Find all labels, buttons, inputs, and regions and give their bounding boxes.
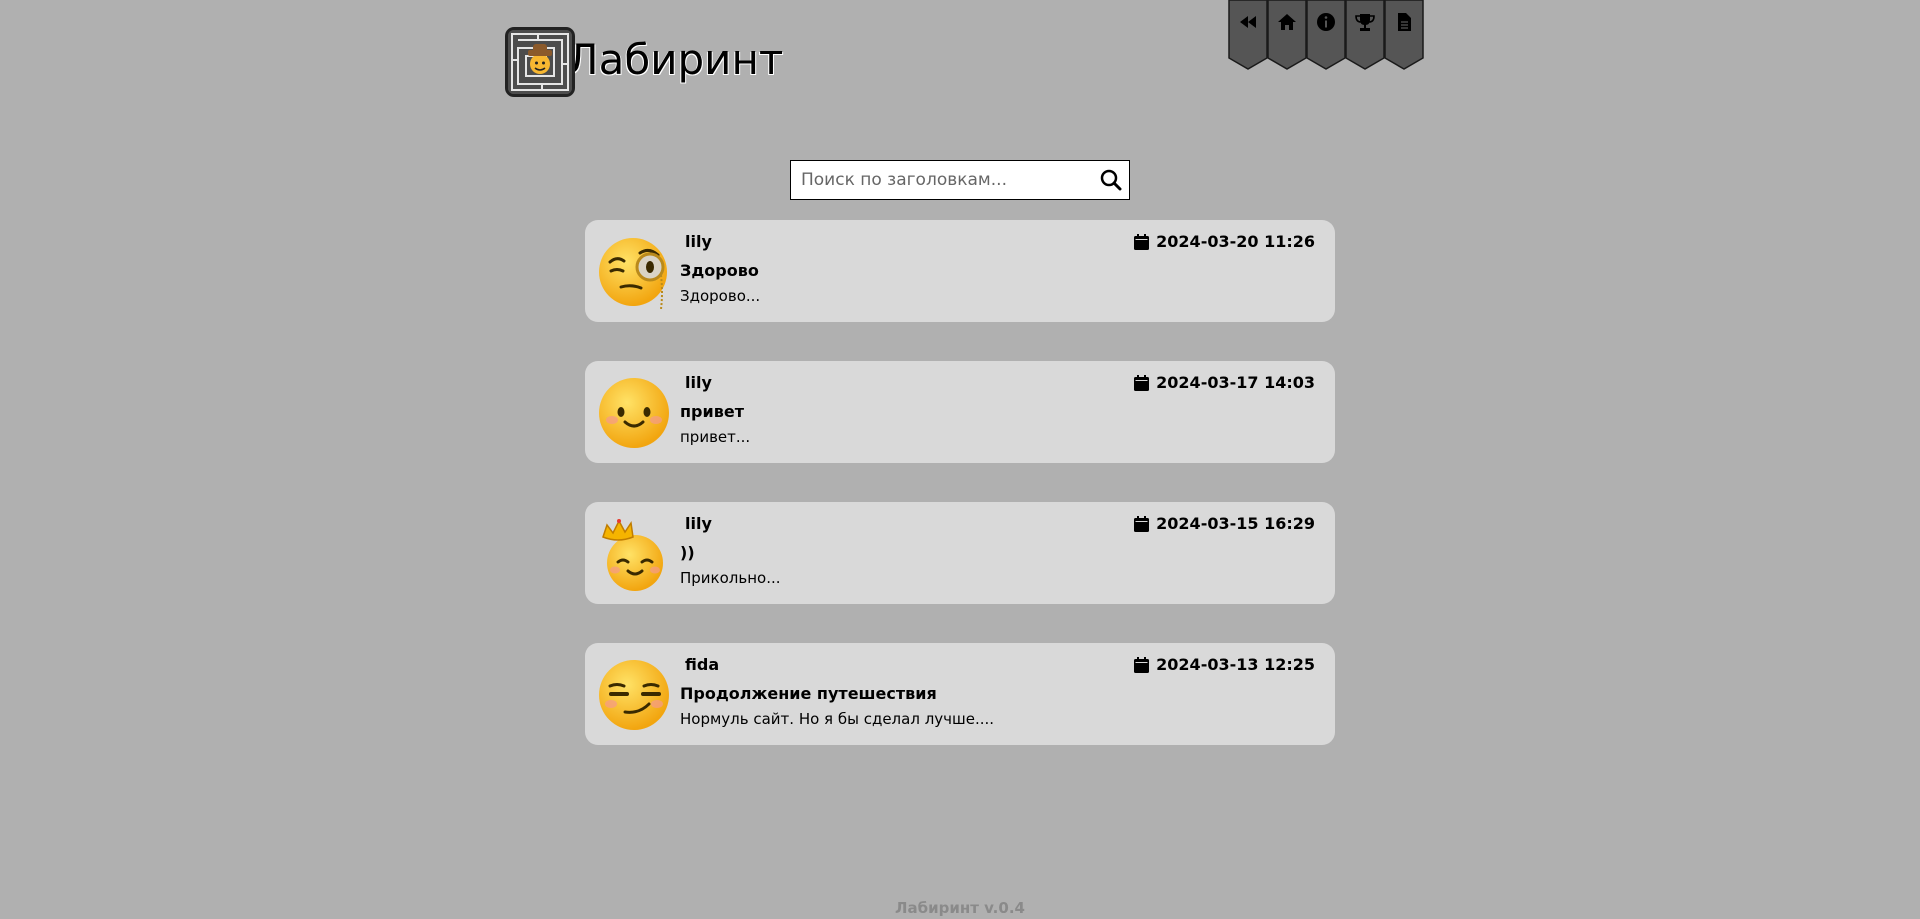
search-icon (1100, 169, 1122, 191)
backward-icon (1240, 16, 1256, 28)
post-card[interactable]: lily 2024-03-20 11:26 Здорово Здорово... (585, 220, 1335, 322)
post-author[interactable]: fida (685, 655, 719, 674)
nav-trophy-button[interactable] (1345, 0, 1385, 70)
post-author[interactable]: lily (685, 514, 712, 533)
nav-back-button[interactable] (1228, 0, 1268, 70)
post-card[interactable]: fida 2024-03-13 12:25 Продолжение путеше… (585, 643, 1335, 745)
top-navigation (1228, 0, 1424, 70)
post-date: 2024-03-17 14:03 (1134, 373, 1315, 392)
post-title[interactable]: )) (680, 543, 695, 562)
post-date-text: 2024-03-13 12:25 (1156, 655, 1315, 674)
calendar-icon (1134, 515, 1150, 532)
search-button[interactable] (1093, 162, 1129, 198)
post-title[interactable]: Здорово (680, 261, 759, 280)
post-title[interactable]: привет (680, 402, 744, 421)
nav-home-button[interactable] (1267, 0, 1307, 70)
post-excerpt: Прикольно... (680, 569, 781, 587)
post-date-text: 2024-03-20 11:26 (1156, 232, 1315, 251)
post-card[interactable]: lily 2024-03-17 14:03 привет привет... (585, 361, 1335, 463)
info-icon (1317, 13, 1335, 31)
calendar-icon (1134, 374, 1150, 391)
post-excerpt: привет... (680, 428, 751, 446)
post-title[interactable]: Продолжение путешествия (680, 684, 937, 703)
post-date: 2024-03-20 11:26 (1134, 232, 1315, 251)
site-logo[interactable]: Лабиринт (505, 27, 783, 97)
search-box (790, 160, 1130, 200)
monocle-face-icon (599, 238, 667, 309)
post-author[interactable]: lily (685, 373, 712, 392)
post-date: 2024-03-13 12:25 (1134, 655, 1315, 674)
document-icon (1398, 13, 1411, 31)
post-card[interactable]: lily 2024-03-15 16:29 )) Прикольно... (585, 502, 1335, 604)
search-input[interactable] (791, 161, 1093, 199)
post-excerpt: Здорово... (680, 287, 761, 305)
footer-version: Лабиринт v.0.4 (895, 899, 1025, 917)
nav-document-button[interactable] (1384, 0, 1424, 70)
post-author[interactable]: lily (685, 232, 712, 251)
site-title: Лабиринт (567, 34, 784, 84)
calendar-icon (1134, 233, 1150, 250)
home-icon (1278, 14, 1296, 30)
post-date: 2024-03-15 16:29 (1134, 514, 1315, 533)
post-date-text: 2024-03-17 14:03 (1156, 373, 1315, 392)
post-list: lily 2024-03-20 11:26 Здорово Здорово...… (585, 220, 1335, 784)
calendar-icon (1134, 656, 1150, 673)
post-date-text: 2024-03-15 16:29 (1156, 514, 1315, 533)
trophy-icon (1355, 14, 1375, 31)
nav-info-button[interactable] (1306, 0, 1346, 70)
smiling-face-icon (599, 378, 669, 448)
post-excerpt: Нормуль сайт. Но я бы сделал лучше.... (680, 710, 995, 728)
smirking-face-icon (599, 660, 669, 730)
crowned-face-icon (602, 519, 663, 591)
maze-logo-icon (505, 27, 575, 97)
